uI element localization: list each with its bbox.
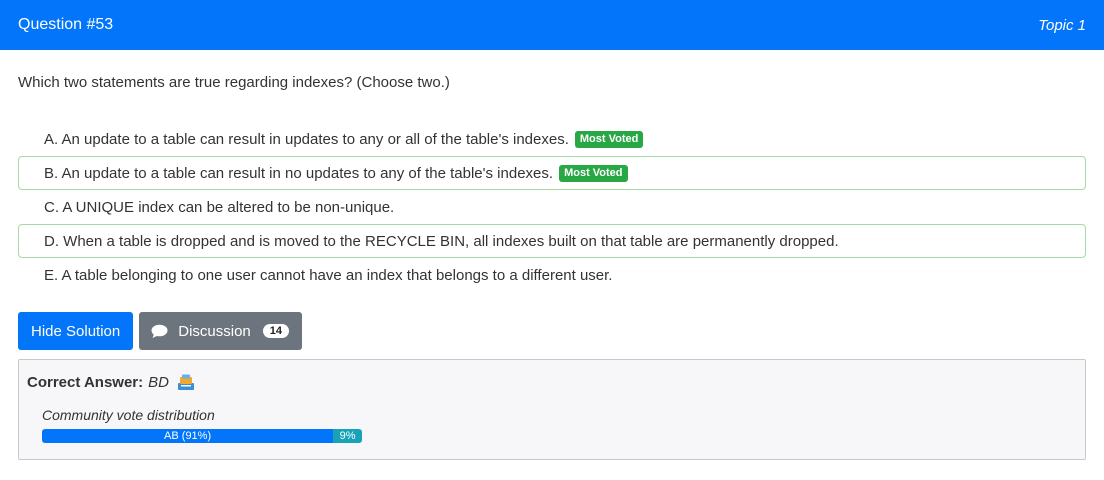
correct-answer-label: Correct Answer:: [27, 374, 144, 391]
choice-b[interactable]: B. An update to a table can result in no…: [18, 156, 1086, 190]
chat-bubble-icon: [151, 324, 168, 339]
choice-text: C. A UNIQUE index can be altered to be n…: [44, 198, 395, 216]
choices-list: A. An update to a table can result in up…: [18, 122, 1086, 292]
question-text: Which two statements are true regarding …: [18, 74, 450, 91]
correct-answer-value: BD: [148, 374, 169, 391]
equalizer-icon[interactable]: [177, 374, 195, 391]
question-header: Question #53 Topic 1: [0, 0, 1104, 50]
answer-panel: Correct Answer: BD Community vote distri…: [18, 359, 1086, 460]
action-buttons: Hide Solution Discussion 14: [18, 312, 303, 350]
vote-segment-ab: AB (91%): [42, 429, 334, 443]
choice-c[interactable]: C. A UNIQUE index can be altered to be n…: [18, 190, 1086, 224]
hide-solution-button[interactable]: Hide Solution: [18, 312, 134, 350]
discussion-count-badge: 14: [262, 324, 290, 338]
question-number: Question #53: [18, 16, 114, 33]
correct-answer-line: Correct Answer: BD: [27, 374, 195, 391]
choice-text: A. An update to a table can result in up…: [44, 130, 569, 148]
topic-label: Topic 1: [1038, 16, 1086, 34]
discussion-label: Discussion: [178, 322, 251, 340]
choice-text: D. When a table is dropped and is moved …: [44, 232, 839, 250]
discussion-button[interactable]: Discussion 14: [139, 312, 303, 350]
choice-a[interactable]: A. An update to a table can result in up…: [18, 122, 1086, 156]
choice-text: E. A table belonging to one user cannot …: [44, 266, 613, 284]
vote-distribution-label: Community vote distribution: [42, 407, 215, 423]
vote-distribution-bar: AB (91%) 9%: [42, 429, 362, 443]
choice-text: B. An update to a table can result in no…: [44, 164, 554, 182]
most-voted-badge: Most Voted: [559, 164, 628, 182]
vote-segment-other: 9%: [333, 429, 362, 443]
choice-e[interactable]: E. A table belonging to one user cannot …: [18, 258, 1086, 292]
most-voted-badge: Most Voted: [574, 130, 644, 148]
choice-d[interactable]: D. When a table is dropped and is moved …: [18, 224, 1086, 258]
